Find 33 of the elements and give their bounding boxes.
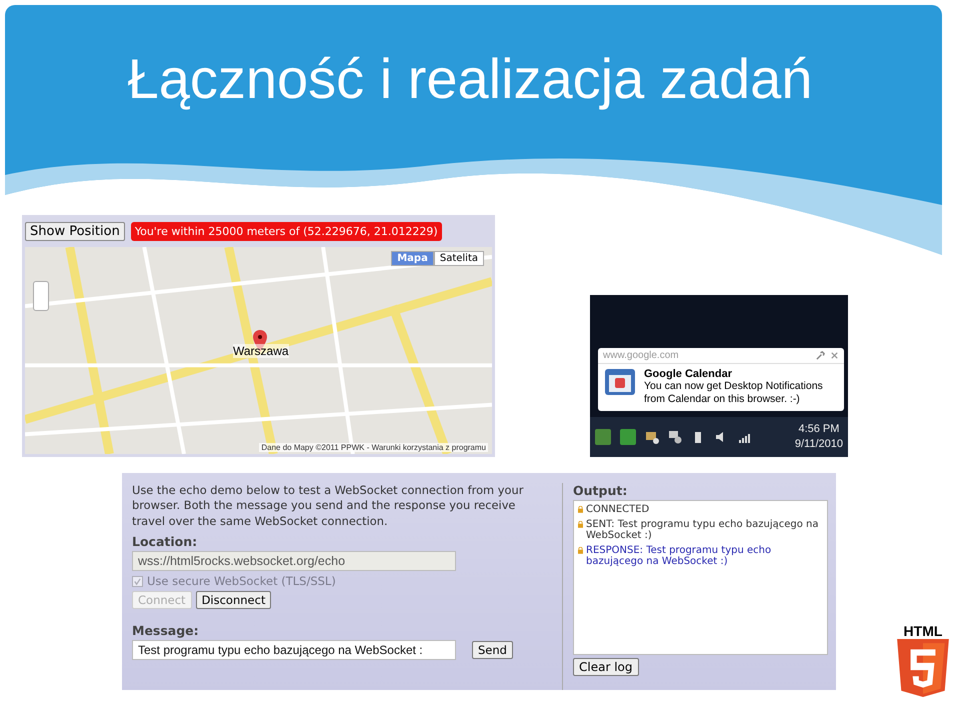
- location-label: Location:: [132, 534, 198, 550]
- html5-shield-icon: [897, 639, 949, 697]
- show-position-button[interactable]: Show Position: [25, 222, 125, 240]
- connection-button[interactable]: Disconnect: [196, 591, 272, 610]
- logo-label: HTML: [904, 623, 942, 639]
- output-label: Output:: [573, 483, 628, 498]
- zoom-control[interactable]: [33, 281, 49, 311]
- log-entry: SENT: Test programu typu echo bazującego na WebSocket :): [586, 519, 820, 541]
- checkbox-label: Use secure WebSocket (TLS/SSL): [147, 574, 336, 588]
- wrench-icon[interactable]: [816, 350, 825, 360]
- map-attribution: Dane do Mapy ©2011 PPWK - Warunki korzystania z programu: [259, 443, 488, 452]
- clock-time: 4:56 PM: [798, 422, 840, 437]
- notification-text: You can now get Desktop Notifications from Calendar on this browser. :-): [644, 380, 824, 406]
- notification-title: Google Calendar: [644, 368, 734, 380]
- map-type-button[interactable]: Satelita: [434, 251, 484, 266]
- lock-icon: [578, 521, 583, 528]
- log-entry: CONNECTED: [586, 504, 650, 515]
- send-button[interactable]: Send: [472, 641, 513, 660]
- lock-icon: [578, 547, 583, 554]
- message-field[interactable]: Test programu typu echo bazującego na WebSocket :: [132, 640, 456, 660]
- place-label: Warszawa: [233, 344, 289, 358]
- log-entry: RESPONSE: Test programu typu echo bazującego na WebSocket :): [586, 545, 772, 567]
- map-type-button[interactable]: Mapa: [391, 251, 434, 266]
- status-badge: You're within 25000 meters of (52.229676, 21.012229): [130, 222, 442, 240]
- message-label: Message:: [132, 623, 200, 638]
- calendar-icon: [604, 368, 636, 396]
- notification-origin: www.google.com: [603, 350, 680, 361]
- clock-date: 9/11/2010: [794, 437, 843, 452]
- close-icon[interactable]: [830, 350, 839, 360]
- slide-title: Łączność i realizacja zadań: [128, 46, 812, 112]
- lock-icon: [578, 506, 583, 513]
- intro-text: Use the echo demo below to test a WebSocket connection from your browser. Both the message you send and the response you receive travel over the same WebSocket connection.: [132, 483, 524, 530]
- clear-log-button[interactable]: Clear log: [573, 658, 638, 676]
